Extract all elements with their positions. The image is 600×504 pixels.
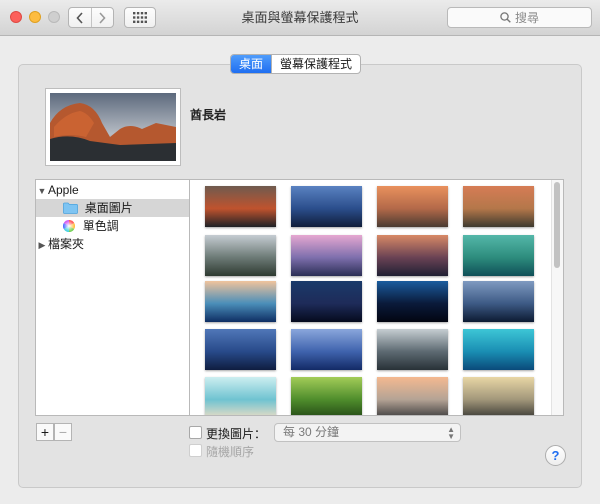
wallpaper-thumbnail[interactable]: [205, 186, 276, 227]
minimize-window-button[interactable]: [29, 11, 41, 23]
show-all-button[interactable]: [124, 7, 156, 28]
select-arrows-icon: ▲ ▼: [447, 425, 455, 441]
el-capitan-thumbnail: [50, 93, 176, 161]
wallpaper-thumbnail[interactable]: [377, 186, 448, 227]
disclosure-open-icon[interactable]: ▼: [36, 182, 48, 200]
grid-icon: [133, 12, 147, 23]
wallpaper-thumbnail[interactable]: [205, 281, 276, 322]
tab-bar: 桌面 螢幕保護程式: [230, 54, 362, 74]
wallpaper-thumbnail[interactable]: [463, 329, 534, 370]
back-button[interactable]: [69, 8, 91, 27]
wallpaper-thumbnail[interactable]: [291, 186, 362, 227]
forward-button[interactable]: [90, 8, 114, 27]
random-order-label: 隨機順序: [206, 445, 255, 459]
wallpaper-thumbnail[interactable]: [463, 377, 534, 415]
wallpaper-thumbnail[interactable]: [205, 377, 276, 415]
window-title: 桌面與螢幕保護程式: [241, 10, 359, 25]
search-icon: [500, 12, 511, 23]
tab-desktop[interactable]: 桌面: [231, 55, 272, 73]
interval-select-value: 每 30 分鐘: [283, 425, 340, 439]
zoom-window-button[interactable]: [48, 11, 60, 23]
chevron-left-icon: [76, 11, 83, 24]
source-group-apple-label: Apple: [48, 183, 79, 197]
random-order-checkbox[interactable]: [189, 444, 202, 457]
wallpaper-thumbnail[interactable]: [377, 235, 448, 276]
add-folder-button[interactable]: +: [36, 423, 54, 441]
wallpaper-name: 酋長岩: [190, 108, 227, 122]
chevron-right-icon: [99, 11, 106, 24]
wallpaper-thumbnail[interactable]: [463, 186, 534, 227]
close-window-button[interactable]: [10, 11, 22, 23]
current-wallpaper-preview: [45, 88, 181, 166]
interval-select[interactable]: 每 30 分鐘 ▲ ▼: [274, 423, 461, 442]
source-item-solid-colors-label: 單色調: [82, 219, 119, 233]
source-item-desktop-pictures[interactable]: 桌面圖片: [36, 199, 189, 217]
source-group-folders[interactable]: ▶ 檔案夾: [36, 235, 189, 253]
color-wheel-icon: [63, 220, 76, 232]
navigation-buttons: [68, 7, 114, 28]
tab-screen-saver[interactable]: 螢幕保護程式: [271, 55, 360, 73]
search-placeholder: 搜尋: [514, 11, 539, 25]
wallpaper-thumbnail[interactable]: [291, 281, 362, 322]
help-button[interactable]: ?: [545, 445, 566, 466]
wallpaper-thumbnail[interactable]: [205, 235, 276, 276]
remove-folder-button[interactable]: −: [54, 423, 72, 441]
disclosure-closed-icon[interactable]: ▶: [36, 236, 48, 254]
wallpaper-thumbnail[interactable]: [463, 235, 534, 276]
title-bar: 桌面與螢幕保護程式 搜尋: [0, 0, 600, 36]
change-picture-label: 更換圖片：: [206, 427, 267, 441]
wallpaper-thumbnail[interactable]: [377, 329, 448, 370]
source-group-apple[interactable]: ▼ Apple: [36, 181, 189, 199]
source-item-desktop-pictures-label: 桌面圖片: [84, 201, 133, 215]
wallpaper-thumbnail[interactable]: [291, 235, 362, 276]
search-field[interactable]: 搜尋: [447, 7, 592, 28]
source-group-folders-label: 檔案夾: [48, 237, 85, 251]
wallpaper-thumbnail[interactable]: [463, 281, 534, 322]
wallpaper-thumbnail[interactable]: [291, 329, 362, 370]
folder-icon: [63, 202, 79, 214]
source-item-solid-colors[interactable]: 單色調: [36, 217, 189, 235]
wallpaper-thumbnail[interactable]: [377, 281, 448, 322]
wallpaper-thumbnail[interactable]: [377, 377, 448, 415]
scrollbar-thumb[interactable]: [554, 182, 560, 268]
source-list: ▼ Apple 桌面圖片 單色調 ▶ 檔案夾: [35, 179, 190, 416]
wallpaper-thumbnail[interactable]: [291, 377, 362, 415]
wallpaper-grid: [190, 179, 564, 416]
change-picture-checkbox[interactable]: [189, 426, 202, 439]
wallpaper-thumbnail[interactable]: [205, 329, 276, 370]
